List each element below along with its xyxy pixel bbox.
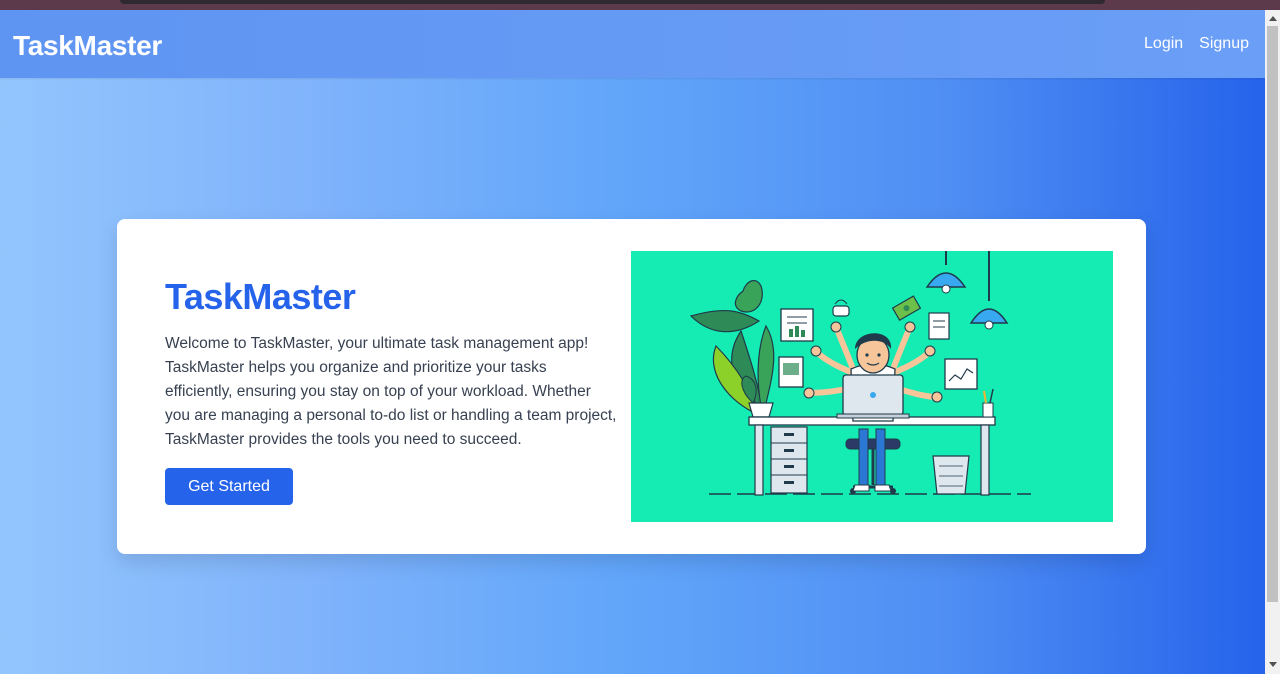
- scroll-up-icon[interactable]: [1269, 16, 1277, 21]
- browser-tab-strip: [120, 0, 1105, 4]
- navbar: TaskMaster Login Signup: [0, 10, 1265, 78]
- multitasking-person-illustration: [631, 251, 1113, 522]
- hero-description: Welcome to TaskMaster, your ultimate tas…: [165, 335, 617, 448]
- page-viewport: TaskMaster Login Signup TaskMaster Welco…: [0, 10, 1265, 674]
- hero-title: TaskMaster: [165, 276, 356, 317]
- scrollbar-thumb[interactable]: [1267, 26, 1278, 602]
- brand-logo[interactable]: TaskMaster: [13, 30, 162, 62]
- get-started-button[interactable]: Get Started: [165, 468, 293, 505]
- hero-card: TaskMaster Welcome to TaskMaster, your u…: [117, 219, 1146, 554]
- browser-top-strip: [0, 0, 1280, 10]
- nav-links: Login Signup: [1144, 35, 1249, 53]
- login-link[interactable]: Login: [1144, 35, 1183, 53]
- signup-link[interactable]: Signup: [1199, 35, 1249, 53]
- scroll-down-icon[interactable]: [1269, 662, 1277, 667]
- page-scrollbar[interactable]: [1265, 10, 1280, 674]
